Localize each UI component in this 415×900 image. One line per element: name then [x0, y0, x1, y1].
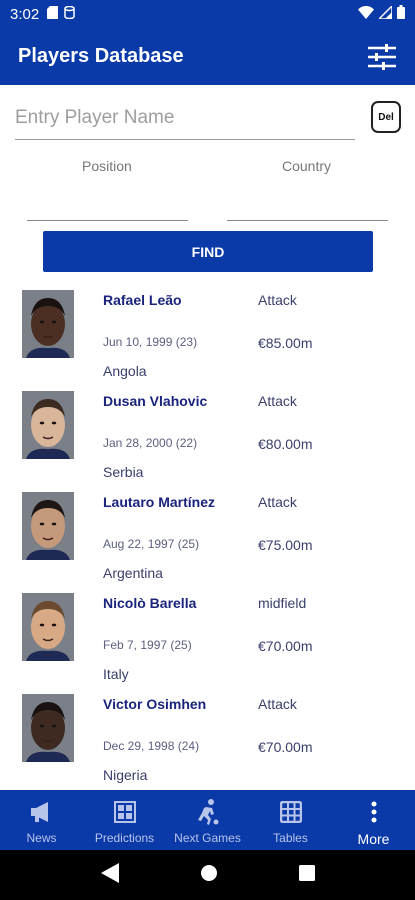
nav-item-predictions[interactable]: Predictions	[83, 790, 166, 850]
battery-icon	[397, 5, 405, 23]
player-photo	[22, 694, 74, 762]
nav-item-news[interactable]: News	[0, 790, 83, 850]
player-photo	[22, 492, 74, 560]
player-market-value: €80.00m	[258, 436, 313, 452]
wifi-icon	[358, 5, 374, 23]
page-title: Players Database	[18, 45, 184, 67]
player-position: Attack	[258, 696, 297, 712]
nav-item-next-games[interactable]: Next Games	[166, 790, 249, 850]
player-birthdate: Jan 28, 2000 (22)	[103, 436, 198, 450]
search-row: Del	[15, 96, 405, 142]
player-market-value: €70.00m	[258, 638, 313, 654]
sliders-icon	[368, 43, 396, 70]
bottom-nav: News Predictions Next Games Tables More	[0, 790, 415, 850]
filter-labels: Position Country	[0, 158, 415, 178]
back-icon[interactable]	[100, 862, 119, 888]
player-country: Angola	[103, 363, 147, 379]
player-name: Nicolò Barella	[103, 595, 197, 611]
player-position: Attack	[258, 494, 297, 510]
player-photo	[22, 593, 74, 661]
player-row[interactable]: Rafael Leão Attack Jun 10, 1999 (23) €85…	[0, 284, 415, 385]
filter-settings-button[interactable]	[367, 42, 397, 72]
system-nav-bar	[0, 850, 415, 900]
nav-label: More	[357, 831, 390, 847]
signal-icon	[377, 3, 393, 23]
player-name-input[interactable]	[15, 96, 355, 140]
status-bar: 3:02	[0, 0, 415, 28]
player-name: Rafael Leão	[103, 292, 182, 308]
player-market-value: €85.00m	[258, 335, 313, 351]
more-vertical-icon	[370, 799, 378, 825]
position-dropdown[interactable]	[27, 220, 188, 221]
find-button[interactable]: FIND	[43, 231, 373, 272]
player-row[interactable]: Nicolò Barella midfield Feb 7, 1997 (25)…	[0, 587, 415, 688]
player-position: Attack	[258, 393, 297, 409]
player-row[interactable]: Dusan Vlahovic Attack Jan 28, 2000 (22) …	[0, 385, 415, 486]
nav-label: Next Games	[174, 831, 241, 845]
player-name: Lautaro Martínez	[103, 494, 216, 510]
nav-item-tables[interactable]: Tables	[249, 790, 332, 850]
player-photo	[22, 290, 74, 358]
player-name: Victor Osimhen	[103, 696, 207, 712]
player-birthdate: Jun 10, 1999 (23)	[103, 335, 198, 349]
grid-icon	[113, 799, 136, 825]
player-birthdate: Dec 29, 1998 (24)	[103, 739, 200, 753]
player-market-value: €70.00m	[258, 739, 313, 755]
nav-label: Tables	[273, 831, 308, 845]
delete-button[interactable]: Del	[371, 101, 401, 133]
megaphone-icon	[29, 799, 55, 825]
player-birthdate: Feb 7, 1997 (25)	[103, 638, 192, 652]
nav-label: Predictions	[94, 831, 155, 845]
position-label: Position	[82, 158, 132, 174]
player-birthdate: Aug 22, 1997 (25)	[103, 537, 200, 551]
home-icon[interactable]	[200, 864, 218, 887]
player-market-value: €75.00m	[258, 537, 313, 553]
recents-icon[interactable]	[298, 864, 315, 886]
player-country: Nigeria	[103, 767, 148, 783]
player-country: Italy	[103, 666, 129, 682]
nav-item-more[interactable]: More	[332, 790, 415, 850]
player-position: midfield	[258, 595, 307, 611]
database-icon	[64, 5, 75, 23]
country-dropdown[interactable]	[227, 220, 388, 221]
player-list[interactable]: Rafael Leão Attack Jun 10, 1999 (23) €85…	[0, 284, 415, 790]
player-row[interactable]: Lautaro Martínez Attack Aug 22, 1997 (25…	[0, 486, 415, 587]
status-time: 3:02	[10, 5, 40, 23]
app-bar: Players Database	[0, 28, 415, 85]
runner-icon	[196, 799, 220, 825]
sd-card-icon	[47, 5, 59, 23]
player-country: Argentina	[103, 565, 163, 581]
player-position: Attack	[258, 292, 297, 308]
table-icon	[279, 799, 302, 825]
player-photo	[22, 391, 74, 459]
player-country: Serbia	[103, 464, 144, 480]
player-name: Dusan Vlahovic	[103, 393, 208, 409]
nav-label: News	[26, 831, 57, 845]
player-row[interactable]: Victor Osimhen Attack Dec 29, 1998 (24) …	[0, 688, 415, 789]
country-label: Country	[282, 158, 332, 174]
